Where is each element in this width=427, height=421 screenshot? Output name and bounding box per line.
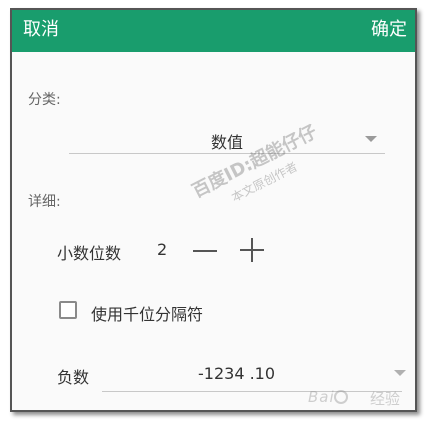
- dialog-content: 分类: 数值 详细: 小数位数 2 使用千位分隔符 负数 -1234 .10: [12, 52, 415, 410]
- negative-number-selected-value: -1234 .10: [198, 364, 276, 383]
- decimal-places-row: 小数位数 2: [57, 232, 297, 263]
- minus-icon[interactable]: [193, 250, 217, 252]
- decimal-places-value: 2: [157, 240, 168, 259]
- chevron-down-icon: [365, 136, 377, 142]
- thousands-separator-label: 使用千位分隔符: [91, 305, 204, 324]
- category-select[interactable]: 数值: [69, 118, 385, 154]
- negative-number-label: 负数: [57, 368, 90, 387]
- category-label: 分类:: [28, 92, 61, 108]
- confirm-button[interactable]: 确定: [371, 19, 407, 41]
- dialog-header: 取消 确定: [12, 10, 415, 52]
- chevron-down-icon: [394, 370, 406, 376]
- thousands-separator-checkbox[interactable]: [59, 301, 77, 319]
- plus-icon[interactable]: [240, 238, 264, 262]
- cancel-button[interactable]: 取消: [23, 19, 59, 41]
- category-selected-value: 数值: [210, 133, 243, 152]
- decimal-places-label: 小数位数: [57, 244, 122, 263]
- dialog-frame: 取消 确定 分类: 数值 详细: 小数位数 2 使用千位分隔符 负数 -1234…: [10, 8, 417, 412]
- details-label: 详细:: [28, 194, 61, 210]
- negative-number-select[interactable]: -1234 .10: [102, 352, 406, 392]
- thousands-separator-option[interactable]: 使用千位分隔符: [59, 299, 259, 324]
